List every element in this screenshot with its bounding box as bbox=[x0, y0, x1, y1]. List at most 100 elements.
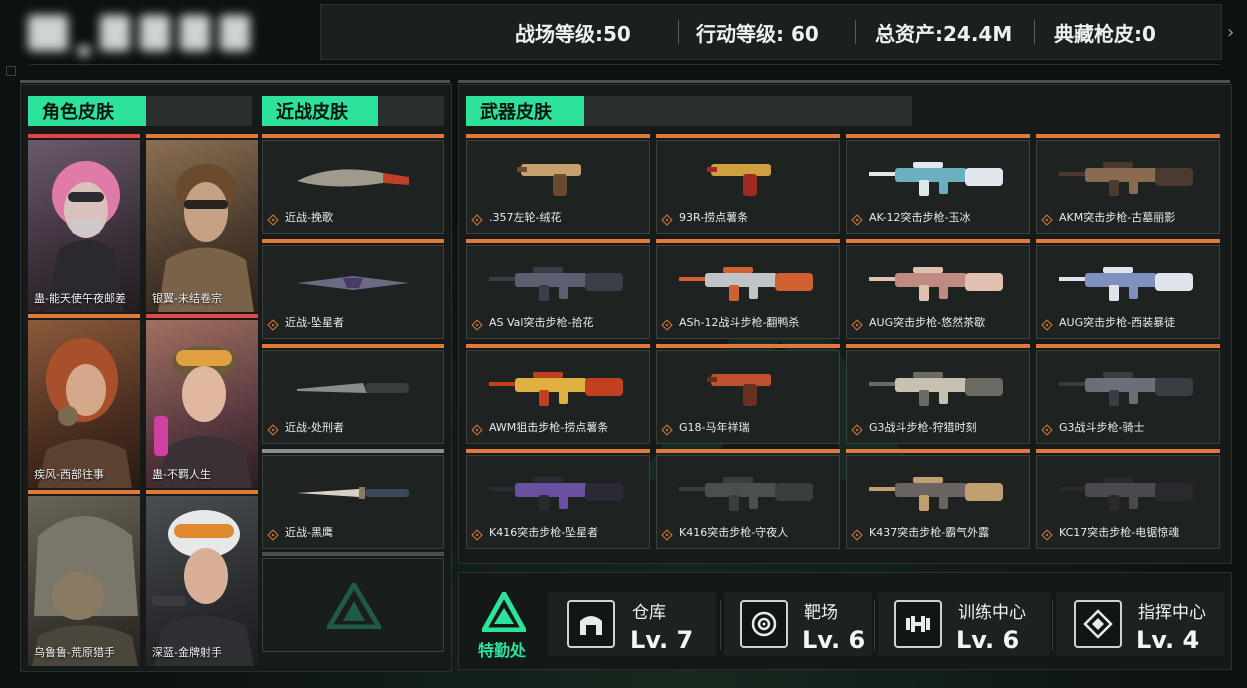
character-card[interactable]: 深蓝-金牌射手 bbox=[146, 496, 258, 666]
weapon-card[interactable]: AK-12突击步枪-玉冰 bbox=[846, 140, 1030, 234]
rarity-bar bbox=[146, 134, 258, 138]
rarity-diamond-icon bbox=[471, 424, 483, 436]
weapon-card[interactable]: K416突击步枪-守夜人 bbox=[656, 455, 840, 549]
character-portrait bbox=[38, 338, 132, 488]
weapon-label: AS Val突击步枪-拾花 bbox=[489, 316, 594, 329]
facility-name: 指挥中心 bbox=[1138, 603, 1206, 623]
warehouse-icon bbox=[567, 600, 615, 648]
rarity-diamond-icon bbox=[1041, 424, 1053, 436]
facility-divider bbox=[720, 600, 721, 650]
weapon-label: AKM突击步枪-古墓丽影 bbox=[1059, 211, 1176, 224]
weapon-label: AUG突击步枪-西装暴徒 bbox=[1059, 316, 1176, 329]
rarity-diamond-icon bbox=[661, 319, 673, 331]
weapon-label: AWM狙击步枪-捞点薯条 bbox=[489, 421, 609, 434]
weapon-label: 93R-捞点薯条 bbox=[679, 211, 749, 224]
facility-level: Lv. 6 bbox=[802, 626, 866, 654]
chevron-right-icon[interactable]: › bbox=[1227, 22, 1234, 43]
character-portrait bbox=[48, 161, 124, 312]
character-card[interactable]: 银翼-未结卷宗 bbox=[146, 140, 258, 312]
weapon-card[interactable]: G18-马年祥瑞 bbox=[656, 350, 840, 444]
rarity-bar bbox=[656, 134, 840, 138]
weapon-image bbox=[1059, 476, 1193, 511]
rarity-diamond-icon bbox=[851, 424, 863, 436]
character-portrait bbox=[32, 516, 138, 666]
knife-image bbox=[297, 382, 409, 393]
weapon-image bbox=[489, 266, 623, 301]
stat-divider bbox=[678, 20, 679, 44]
rarity-bar bbox=[656, 344, 840, 348]
weapon-label: G18-马年祥瑞 bbox=[679, 421, 750, 434]
character-label: 蛊-能天使午夜邮差 bbox=[34, 292, 126, 305]
weapon-card[interactable]: G3战斗步枪-狩猎时刻 bbox=[846, 350, 1030, 444]
stat-collection-skins: 典藏枪皮:0 bbox=[1054, 22, 1156, 46]
facility-level: Lv. 7 bbox=[630, 626, 694, 654]
weapon-card[interactable]: 93R-捞点薯条 bbox=[656, 140, 840, 234]
character-portrait bbox=[152, 510, 254, 666]
melee-label: 近战-黑鹰 bbox=[285, 526, 333, 539]
rarity-bar bbox=[466, 344, 650, 348]
header: 战场等级:50 行动等级: 60 总资产:24.4M 典藏枪皮:0 › bbox=[0, 0, 1247, 76]
character-card[interactable]: 疾风-西部往事 bbox=[28, 320, 140, 488]
rarity-bar bbox=[466, 239, 650, 243]
weapon-label: ASh-12战斗步枪-翻鸭杀 bbox=[679, 316, 800, 329]
melee-label: 近战-挽歌 bbox=[285, 211, 333, 224]
character-card[interactable]: 乌鲁鲁-荒原猎手 bbox=[28, 496, 140, 666]
weapon-card[interactable]: .357左轮-绒花 bbox=[466, 140, 650, 234]
weapon-label: AK-12突击步枪-玉冰 bbox=[869, 211, 971, 224]
weapon-image bbox=[489, 476, 623, 511]
melee-card[interactable]: 近战-挽歌 bbox=[262, 140, 444, 234]
rarity-diamond-icon bbox=[267, 214, 279, 226]
rarity-bar bbox=[846, 449, 1030, 453]
character-card[interactable]: 蛊-不羁人生 bbox=[146, 320, 258, 488]
corner-decoration bbox=[6, 66, 16, 76]
stat-operation-level: 行动等级: 60 bbox=[696, 22, 819, 46]
hq-logo-icon[interactable] bbox=[482, 592, 526, 632]
character-label: 深蓝-金牌射手 bbox=[152, 646, 222, 659]
knife-image bbox=[297, 275, 409, 290]
weapon-card[interactable]: AWM狙击步枪-捞点薯条 bbox=[466, 350, 650, 444]
weapon-image bbox=[679, 476, 813, 511]
weapon-card[interactable]: AKM突击步枪-古墓丽影 bbox=[1036, 140, 1220, 234]
rarity-diamond-icon bbox=[661, 529, 673, 541]
melee-card[interactable]: 近战-黑鹰 bbox=[262, 455, 444, 549]
weapon-card[interactable]: AS Val突击步枪-拾花 bbox=[466, 245, 650, 339]
weapon-card[interactable]: AUG突击步枪-悠然茶歇 bbox=[846, 245, 1030, 339]
rarity-bar bbox=[1036, 134, 1220, 138]
weapon-image bbox=[517, 163, 581, 196]
weapon-card[interactable]: G3战斗步枪-骑士 bbox=[1036, 350, 1220, 444]
rarity-diamond-icon bbox=[1041, 214, 1053, 226]
melee-card[interactable]: 近战-处刑者 bbox=[262, 350, 444, 444]
header-divider bbox=[30, 64, 1220, 65]
rarity-diamond-icon bbox=[267, 424, 279, 436]
weapon-label: K416突击步枪-坠星者 bbox=[489, 526, 599, 539]
player-name-blurred bbox=[28, 10, 288, 56]
weapon-card[interactable]: KC17突击步枪-电锯惊魂 bbox=[1036, 455, 1220, 549]
weapon-card[interactable]: ASh-12战斗步枪-翻鸭杀 bbox=[656, 245, 840, 339]
panel-top-bar bbox=[458, 80, 1230, 83]
facility-name: 靶场 bbox=[804, 603, 838, 623]
section-title-melee: 近战皮肤 bbox=[262, 96, 378, 126]
rarity-bar bbox=[28, 490, 140, 494]
weapon-card[interactable]: K416突击步枪-坠星者 bbox=[466, 455, 650, 549]
rarity-bar bbox=[28, 134, 140, 138]
rarity-bar bbox=[846, 134, 1030, 138]
rarity-diamond-icon bbox=[851, 529, 863, 541]
weapon-card[interactable]: K437突击步枪-霸气外露 bbox=[846, 455, 1030, 549]
weapon-label: AUG突击步枪-悠然茶歇 bbox=[869, 316, 986, 329]
melee-card[interactable]: 近战-坠星者 bbox=[262, 245, 444, 339]
knife-image bbox=[297, 169, 409, 187]
weapon-label: KC17突击步枪-电锯惊魂 bbox=[1059, 526, 1180, 539]
rarity-diamond-icon bbox=[661, 214, 673, 226]
weapon-image bbox=[1059, 161, 1193, 196]
hq-label[interactable]: 特勤处 bbox=[478, 637, 526, 661]
weapon-image bbox=[1059, 266, 1193, 301]
target-icon bbox=[740, 600, 788, 648]
stat-total-assets: 总资产:24.4M bbox=[875, 22, 1013, 46]
weapon-image bbox=[869, 266, 1003, 301]
weapon-card[interactable]: AUG突击步枪-西装暴徒 bbox=[1036, 245, 1220, 339]
facility-level: Lv. 4 bbox=[1136, 626, 1200, 654]
character-label: 银翼-未结卷宗 bbox=[152, 292, 222, 305]
knife-image bbox=[297, 486, 409, 499]
character-card[interactable]: 蛊-能天使午夜邮差 bbox=[28, 140, 140, 312]
stat-battlefield-level: 战场等级:50 bbox=[515, 22, 631, 46]
